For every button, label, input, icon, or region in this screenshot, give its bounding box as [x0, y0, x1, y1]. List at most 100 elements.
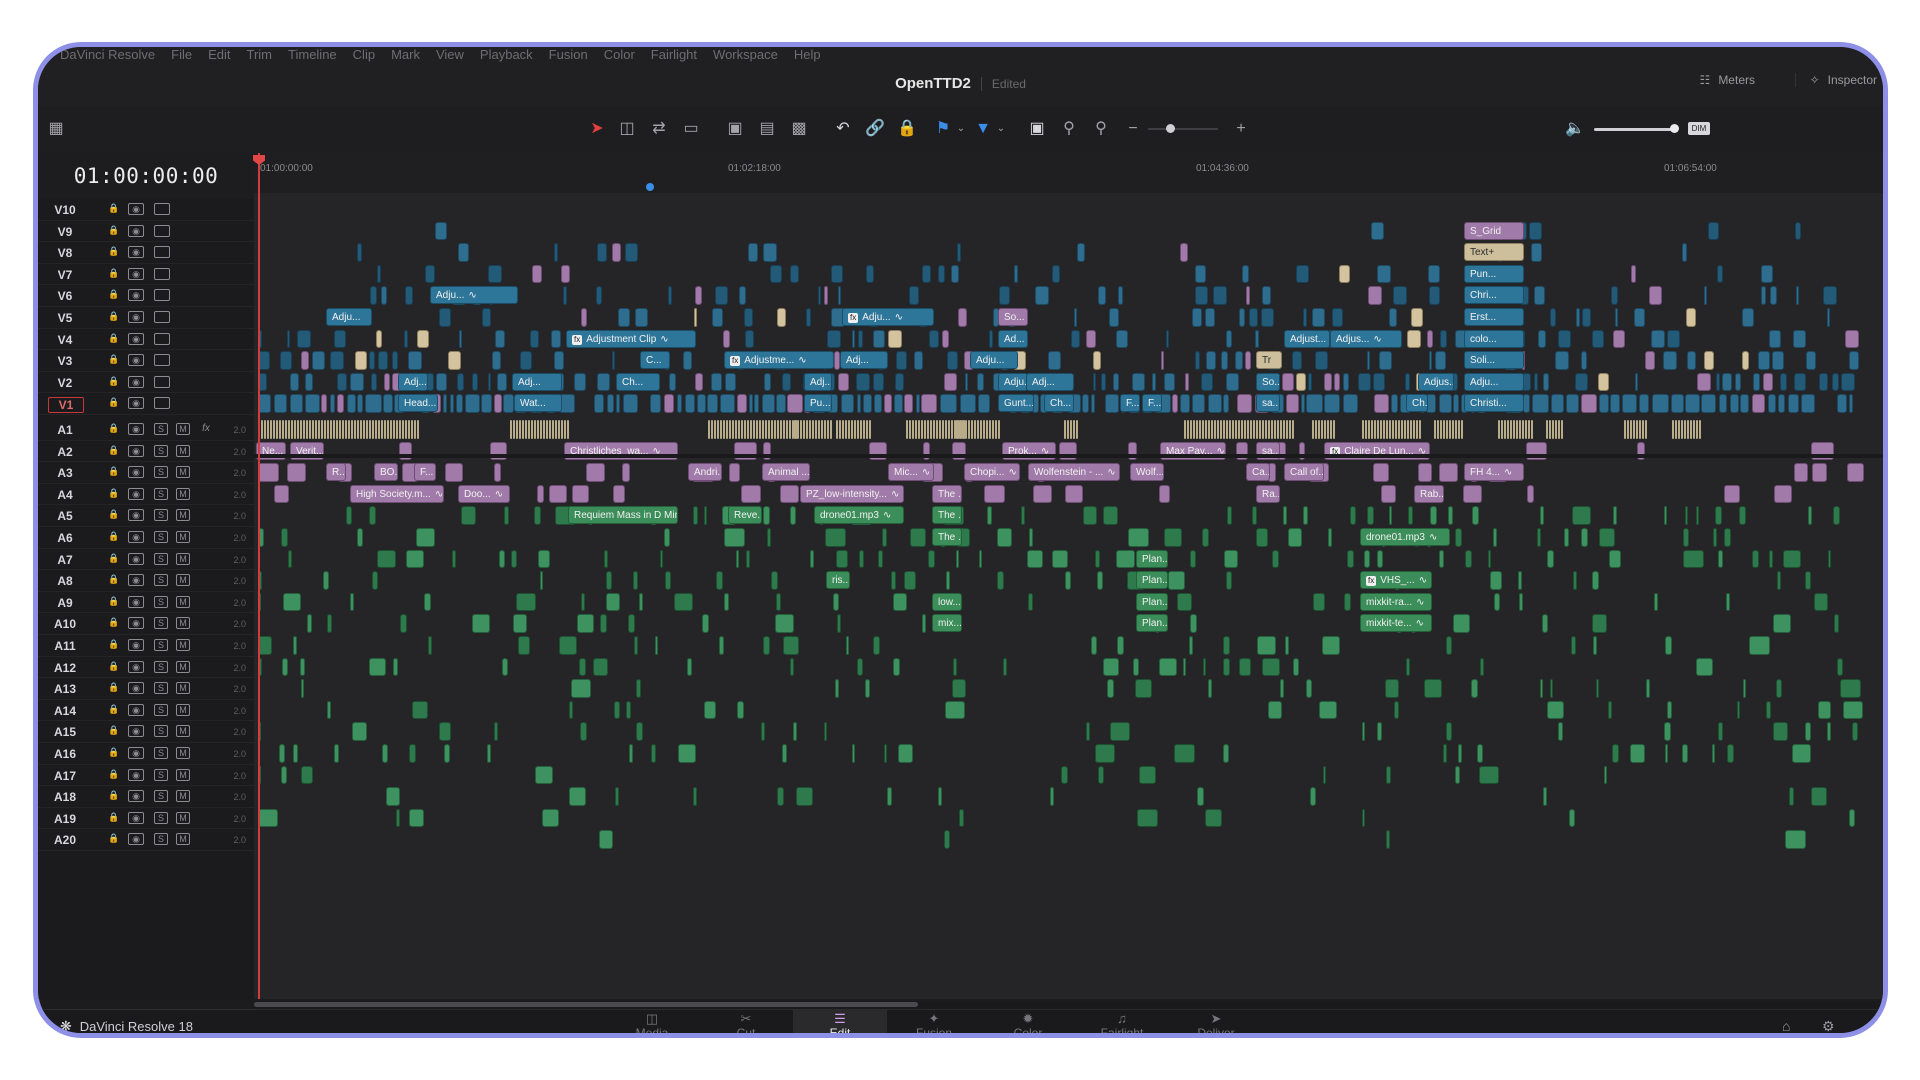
timeline-clip[interactable]: [456, 394, 463, 413]
timeline-clip[interactable]: [874, 394, 882, 413]
track-header-a1[interactable]: A1 🔒 ◉ S Mfx 2.0: [38, 419, 254, 441]
timeline-clip[interactable]: [1285, 636, 1289, 655]
timeline-clip[interactable]: [492, 351, 501, 370]
timeline-clip[interactable]: Adjus...: [1418, 372, 1454, 391]
timeline-clip[interactable]: [1373, 372, 1385, 392]
timeline-clip[interactable]: [1843, 700, 1863, 720]
timeline-clip[interactable]: [1286, 394, 1299, 413]
timeline-clip[interactable]: [764, 372, 771, 392]
timeline-clip[interactable]: [1696, 506, 1699, 525]
timeline-clip[interactable]: [933, 420, 935, 439]
timeline-clip[interactable]: [693, 787, 697, 806]
timeline-clip[interactable]: [708, 420, 710, 439]
timeline-clip[interactable]: [790, 264, 799, 284]
timeline-clip[interactable]: F...: [414, 463, 436, 482]
timeline-clip[interactable]: [612, 243, 621, 262]
auto-select-icon[interactable]: ◉: [128, 790, 144, 803]
timeline-clip[interactable]: [1257, 636, 1276, 655]
timeline-clip[interactable]: [1699, 420, 1701, 439]
timeline-clip[interactable]: [1687, 420, 1689, 439]
timeline-clip[interactable]: [339, 420, 341, 439]
timeline-clip[interactable]: [786, 420, 788, 439]
timeline-clip[interactable]: [1471, 679, 1478, 698]
timeline-clip[interactable]: [396, 420, 398, 439]
timeline-clip[interactable]: [324, 420, 326, 439]
lock-track-icon[interactable]: 🔒: [108, 703, 120, 716]
mute-icon[interactable]: M: [176, 444, 190, 457]
timeline-clip[interactable]: [1713, 528, 1717, 547]
timeline-clip[interactable]: [334, 744, 339, 763]
timeline-clip[interactable]: [1569, 808, 1575, 828]
timeline-clip[interactable]: Adj...: [1026, 372, 1074, 391]
timeline-clip[interactable]: [1159, 657, 1177, 677]
timeline-clip[interactable]: [1708, 221, 1719, 241]
timeline-clip[interactable]: [939, 420, 941, 439]
timeline-clip[interactable]: BO...: [374, 463, 398, 482]
timeline-clip[interactable]: [856, 372, 870, 392]
timeline-clip[interactable]: [771, 571, 778, 590]
timeline-clip[interactable]: [280, 351, 292, 370]
disable-track-icon[interactable]: [154, 224, 170, 237]
timeline-clip[interactable]: [581, 592, 585, 612]
timeline-clip[interactable]: [1350, 506, 1356, 525]
timeline-clip[interactable]: [450, 394, 454, 413]
timeline-clip[interactable]: [549, 420, 551, 439]
timeline-clip[interactable]: [443, 394, 447, 413]
timeline-clip[interactable]: [1681, 420, 1683, 439]
timeline-clip[interactable]: [629, 744, 633, 763]
volume-slider[interactable]: [1594, 128, 1676, 131]
solo-icon[interactable]: S: [154, 725, 168, 738]
timeline-clip[interactable]: [1752, 549, 1759, 569]
timeline-clip[interactable]: [1455, 420, 1457, 439]
timeline-clip[interactable]: [357, 394, 363, 413]
timeline-clip[interactable]: [782, 744, 787, 763]
zoom-full-icon[interactable]: ▣: [1026, 119, 1048, 139]
timeline-clip[interactable]: [762, 394, 775, 413]
timeline-clip[interactable]: [857, 657, 863, 677]
timeline-clip[interactable]: [1077, 243, 1085, 262]
timeline-clip[interactable]: [723, 329, 730, 349]
timeline-clip[interactable]: [664, 394, 674, 413]
timeline-clip[interactable]: [1229, 420, 1231, 439]
timeline-clip[interactable]: Adju...: [998, 372, 1028, 391]
timeline-clip[interactable]: [893, 592, 907, 612]
timeline-clip[interactable]: [1737, 700, 1740, 720]
timeline-clip[interactable]: [452, 549, 456, 569]
timeline-clip[interactable]: [1811, 787, 1827, 806]
lock-track-icon[interactable]: 🔒: [108, 746, 120, 759]
timeline-clip[interactable]: [1226, 420, 1228, 439]
timeline-clip[interactable]: [546, 420, 548, 439]
timeline-clip[interactable]: [1386, 420, 1388, 439]
timeline-clip[interactable]: [371, 372, 377, 392]
timeline-clip[interactable]: [1262, 657, 1280, 677]
linked-selection-icon[interactable]: 🔗: [864, 119, 886, 139]
timeline-clip[interactable]: [513, 420, 515, 439]
timeline-clip[interactable]: [655, 636, 658, 655]
timeline-clip[interactable]: [636, 679, 641, 698]
timeline-clip[interactable]: [1223, 420, 1225, 439]
timeline-clip[interactable]: [1722, 372, 1732, 392]
timeline-clip[interactable]: [1546, 420, 1548, 439]
timeline-clip[interactable]: [1529, 221, 1542, 241]
timeline-clip[interactable]: [846, 636, 849, 655]
lock-track-icon[interactable]: 🔒: [108, 353, 120, 366]
timeline-clip[interactable]: [697, 394, 706, 413]
timeline-clip[interactable]: [626, 700, 631, 720]
timeline-clip[interactable]: [1547, 700, 1564, 720]
timeline-clip[interactable]: [1651, 329, 1665, 349]
timeline-clip[interactable]: [1405, 372, 1410, 392]
timeline-clip[interactable]: [810, 549, 814, 569]
auto-select-icon[interactable]: ◉: [128, 768, 144, 781]
volume-slider-handle[interactable]: [1670, 124, 1679, 133]
flag-dropdown-icon[interactable]: ⌄: [950, 119, 972, 139]
timeline-clip[interactable]: [1718, 549, 1723, 569]
timeline-clip[interactable]: [1549, 420, 1551, 439]
timeline-clip[interactable]: [1604, 765, 1607, 785]
mute-icon[interactable]: M: [176, 660, 190, 673]
timeline-clip[interactable]: [551, 329, 561, 349]
timeline-clip[interactable]: [1766, 700, 1771, 720]
timeline-clip[interactable]: [1003, 657, 1007, 677]
track-name[interactable]: A15: [48, 725, 82, 739]
timeline-clip[interactable]: [857, 420, 859, 439]
timeline-clip[interactable]: [888, 329, 902, 349]
